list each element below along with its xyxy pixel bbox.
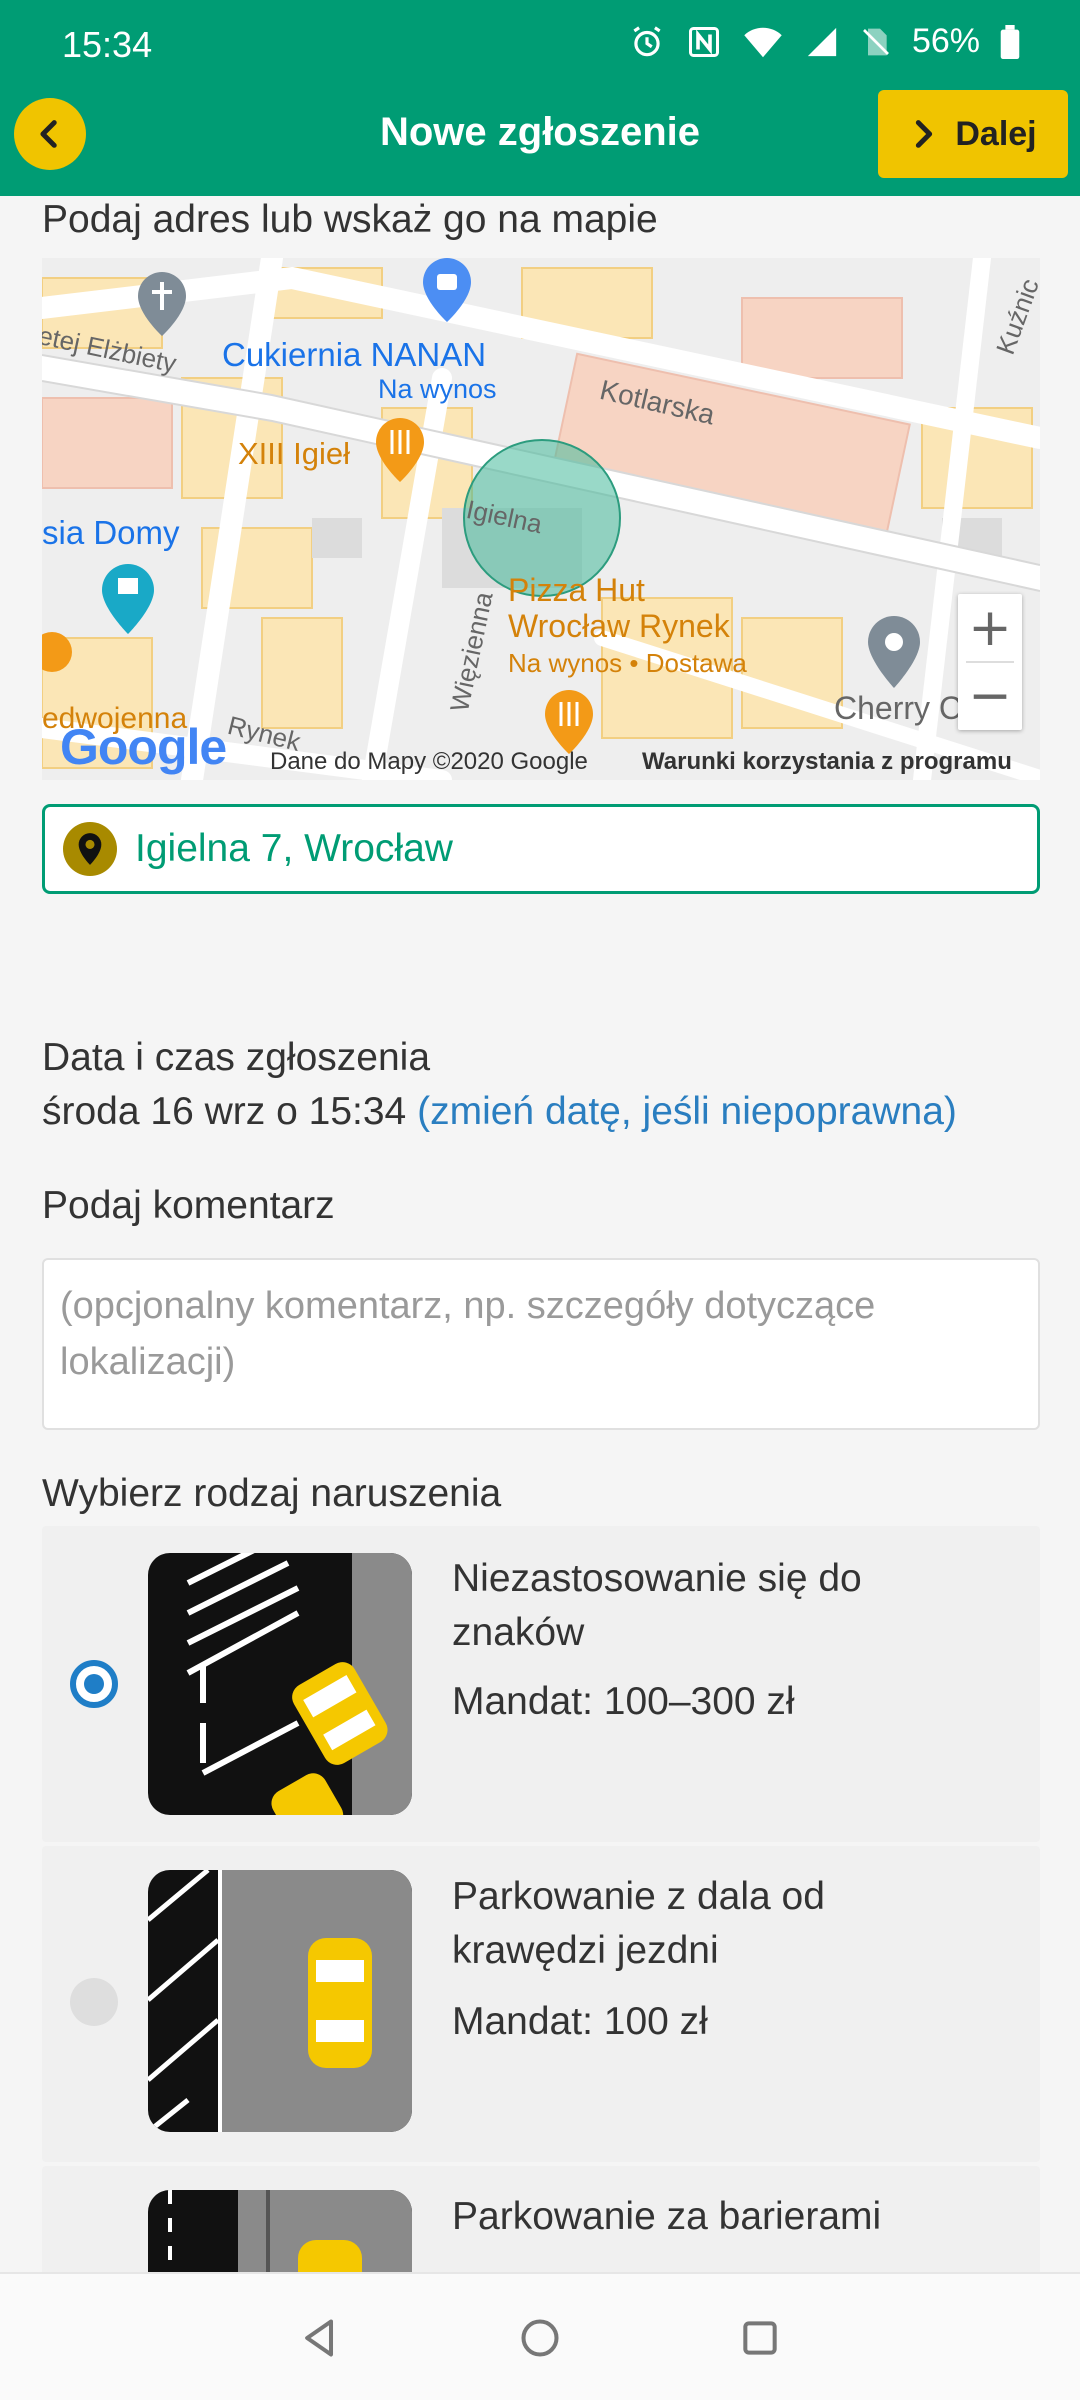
- datetime-day: środa 16 wrz: [42, 1090, 266, 1133]
- nav-back-button[interactable]: [290, 2308, 350, 2368]
- map-place-cukiernia[interactable]: Cukiernia NANAN: [222, 336, 486, 374]
- barriers-illustration: [148, 2190, 412, 2272]
- alarm-icon: [633, 25, 661, 56]
- map-attribution: Dane do Mapy ©2020 Google: [270, 748, 588, 775]
- form-content[interactable]: Podaj adres lub wskaż go na mapie Cukier…: [0, 196, 1080, 2272]
- option-title: Niezastosowanie się do znaków: [452, 1552, 1012, 1660]
- wifi-icon: [744, 27, 782, 57]
- status-time: 15:34: [62, 24, 153, 65]
- datetime-value: środa 16 wrz o 15:34 (zmień datę, jeśli …: [42, 1090, 957, 1134]
- comment-input[interactable]: (opcjonalny komentarz, np. szczegóły dot…: [42, 1258, 1040, 1430]
- circle-home-icon: [521, 2319, 559, 2357]
- option-fine: Mandat: 100 zł: [452, 2000, 708, 2043]
- chevron-left-icon: [40, 120, 57, 148]
- violation-option-behind-barriers[interactable]: Parkowanie za barierami: [42, 2166, 1040, 2272]
- option-title-line1: Parkowanie z dala od: [452, 1875, 825, 1918]
- google-logo: Google: [60, 719, 227, 775]
- far-parking-illustration: [148, 1870, 412, 2132]
- map-terms-link[interactable]: Warunki korzystania z programu: [642, 748, 1012, 776]
- datetime-conj: o: [265, 1090, 309, 1133]
- battery-icon: [1000, 24, 1020, 59]
- nfc-icon: [688, 26, 719, 57]
- map-place-oasia[interactable]: sia Domy: [42, 514, 180, 552]
- address-field[interactable]: Igielna 7, Wrocław: [42, 804, 1040, 894]
- radio-selected[interactable]: [70, 1660, 118, 1708]
- option-title-line1: Niezastosowanie się do: [452, 1557, 862, 1600]
- option-title: Parkowanie z dala od krawędzi jezdni: [452, 1870, 1012, 1978]
- address-value: Igielna 7, Wrocław: [135, 827, 453, 870]
- comment-placeholder-line2: lokalizacji): [60, 1341, 236, 1383]
- violation-option-far-from-curb[interactable]: Parkowanie z dala od krawędzi jezdni Man…: [42, 1846, 1040, 2162]
- comment-label: Podaj komentarz: [42, 1184, 335, 1227]
- map-place-cukiernia-sub: Na wynos: [378, 374, 497, 404]
- zoom-in-button[interactable]: +: [958, 594, 1022, 662]
- map-place-pizza-hut-2: Wrocław Rynek: [508, 608, 730, 644]
- nav-recents-button[interactable]: [730, 2308, 790, 2368]
- comment-placeholder-line1: (opcjonalny komentarz, np. szczegóły dot…: [60, 1285, 876, 1327]
- option-fine: Mandat: 100–300 zł: [452, 1680, 795, 1723]
- map-view[interactable]: Cukiernia NANAN Na wynos Kotlarska XIII …: [42, 258, 1040, 780]
- location-prompt: Podaj adres lub wskaż go na mapie: [42, 198, 658, 241]
- map-place-pizza-hut[interactable]: Pizza Hut: [508, 572, 645, 609]
- chevron-right-icon: [916, 120, 933, 148]
- status-icons: 56%: [628, 22, 1020, 61]
- battery-percent: 56%: [911, 22, 980, 60]
- next-button-label: Dalej: [955, 114, 1037, 153]
- back-button[interactable]: [14, 98, 86, 170]
- navigation-bar: [0, 2272, 1080, 2400]
- square-recents-icon: [743, 2321, 777, 2355]
- change-date-link[interactable]: (zmień datę, jeśli niepoprawna): [417, 1090, 957, 1133]
- status-bar: 15:34 56%: [0, 0, 1080, 88]
- datetime-label: Data i czas zgłoszenia: [42, 1036, 431, 1079]
- violation-label: Wybierz rodzaj naruszenia: [42, 1472, 502, 1515]
- next-button[interactable]: Dalej: [878, 90, 1068, 178]
- signal-icon: [807, 27, 837, 56]
- nav-home-button[interactable]: [510, 2308, 570, 2368]
- radio-unselected[interactable]: [70, 1978, 118, 2026]
- map-place-xiii-igiel[interactable]: XIII Igieł: [238, 436, 350, 472]
- triangle-back-icon: [305, 2319, 334, 2357]
- location-pin-icon: [63, 822, 117, 876]
- zoom-controls: + −: [958, 594, 1022, 730]
- violation-option-signs[interactable]: Niezastosowanie się do znaków Mandat: 10…: [42, 1526, 1040, 1842]
- app-bar: Nowe zgłoszenie Dalej: [0, 88, 1080, 196]
- option-title-line2: krawędzi jezdni: [452, 1929, 719, 1972]
- datetime-time: 15:34: [308, 1090, 407, 1133]
- map-place-cherry[interactable]: Cherry C: [834, 690, 962, 727]
- signs-illustration: [148, 1553, 412, 1815]
- option-title-line2: znaków: [452, 1611, 585, 1654]
- map-place-pizza-hut-sub: Na wynos • Dostawa: [508, 648, 747, 678]
- zoom-out-button[interactable]: −: [958, 662, 1022, 730]
- no-sim-icon: [862, 28, 889, 55]
- option-title: Parkowanie za barierami: [452, 2195, 882, 2238]
